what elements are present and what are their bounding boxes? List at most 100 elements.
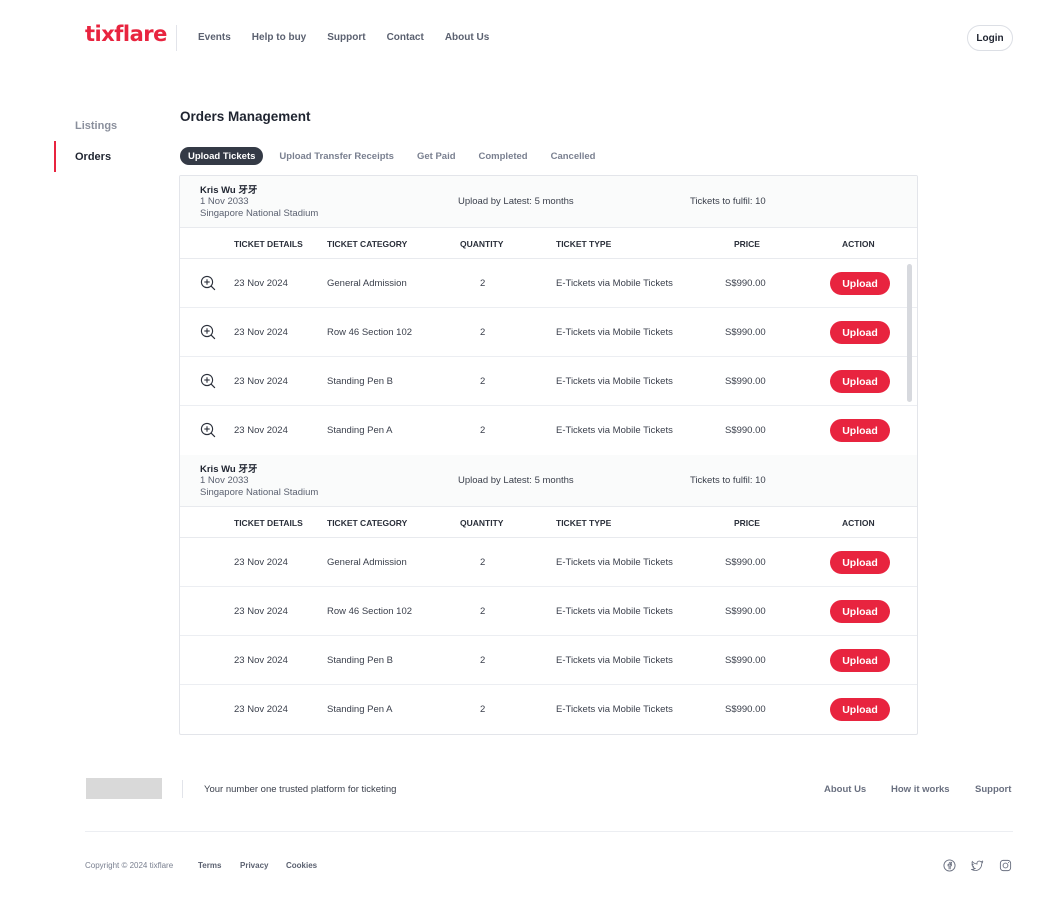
ticket-date: 23 Nov 2024 xyxy=(234,606,288,617)
nav-help-to-buy[interactable]: Help to buy xyxy=(252,32,306,43)
nav-support[interactable]: Support xyxy=(327,32,365,43)
sidebar-item-orders[interactable]: Orders xyxy=(54,141,164,172)
ticket-price: S$990.00 xyxy=(725,327,766,338)
ticket-type: E-Tickets via Mobile Tickets xyxy=(556,425,673,436)
twitter-icon[interactable] xyxy=(971,859,984,872)
col-quantity: QUANTITY xyxy=(460,518,504,528)
footer-divider xyxy=(182,780,183,798)
ticket-price: S$990.00 xyxy=(725,606,766,617)
tixflare-logo[interactable]: tixflare xyxy=(85,22,167,46)
instagram-icon[interactable] xyxy=(999,859,1012,872)
order-group-header: Kris Wu 牙牙 1 Nov 2033 Singapore National S… xyxy=(180,455,917,507)
table-row: 23 Nov 2024 General Admission 2 E-Tickets v… xyxy=(180,259,917,308)
event-date: 1 Nov 2033 xyxy=(200,475,249,486)
ticket-date: 23 Nov 2024 xyxy=(234,278,288,289)
footer-separator xyxy=(85,831,1013,832)
zoom-in-icon[interactable] xyxy=(200,324,216,340)
tab-bar: Upload Tickets Upload Transfer Receipts … xyxy=(180,147,619,165)
zoom-in-icon[interactable] xyxy=(200,373,216,389)
ticket-category: Row 46 Section 102 xyxy=(327,606,413,617)
scrollbar-thumb[interactable] xyxy=(907,264,912,402)
facebook-icon[interactable] xyxy=(943,859,956,872)
order-group-header: Kris Wu 牙牙 1 Nov 2033 Singapore National S… xyxy=(180,176,917,228)
col-ticket-category: TICKET CATEGORY xyxy=(327,518,408,528)
tab-completed[interactable]: Completed xyxy=(479,147,528,165)
footer-logo-placeholder xyxy=(86,778,162,799)
tickets-to-fulfil: Tickets to fulfil: 10 xyxy=(690,196,766,207)
main-nav: Events Help to buy Support Contact About… xyxy=(198,32,510,43)
col-price: PRICE xyxy=(734,239,760,249)
table-row: 23 Nov 2024 General Admission 2 E-Tickets v… xyxy=(180,538,917,587)
ticket-category: General Admission xyxy=(327,278,407,289)
ticket-quantity: 2 xyxy=(480,655,486,666)
footer-link-how-it-works[interactable]: How it works xyxy=(891,784,950,795)
upload-button[interactable]: Upload xyxy=(830,419,890,442)
ticket-price: S$990.00 xyxy=(725,376,766,387)
ticket-type: E-Tickets via Mobile Tickets xyxy=(556,704,673,715)
ticket-quantity: 2 xyxy=(480,278,486,289)
ticket-category: Standing Pen B xyxy=(327,376,394,387)
col-ticket-category: TICKET CATEGORY xyxy=(327,239,408,249)
event-name: Kris Wu 牙牙 xyxy=(200,185,258,196)
col-action: ACTION xyxy=(842,239,875,249)
col-quantity: QUANTITY xyxy=(460,239,504,249)
col-ticket-type: TICKET TYPE xyxy=(556,239,612,249)
event-venue: Singapore National Stadium xyxy=(200,487,319,498)
upload-deadline: Upload by Latest: 5 months xyxy=(458,196,574,207)
footer-link-support[interactable]: Support xyxy=(975,784,1011,795)
footer-link-terms[interactable]: Terms xyxy=(198,861,221,870)
ticket-type: E-Tickets via Mobile Tickets xyxy=(556,327,673,338)
footer-link-cookies[interactable]: Cookies xyxy=(286,861,317,870)
ticket-quantity: 2 xyxy=(480,704,486,715)
zoom-in-icon[interactable] xyxy=(200,422,216,438)
orders-table: Kris Wu 牙牙 1 Nov 2033 Singapore National S… xyxy=(179,175,918,735)
upload-button[interactable]: Upload xyxy=(830,649,890,672)
sidebar: Listings Orders xyxy=(54,110,164,172)
ticket-price: S$990.00 xyxy=(725,278,766,289)
event-name: Kris Wu 牙牙 xyxy=(200,464,258,475)
column-header-row: TICKET DETAILS TICKET CATEGORY QUANTITY TIC… xyxy=(180,228,917,259)
nav-events[interactable]: Events xyxy=(198,32,231,43)
table-row: 23 Nov 2024 Row 46 Section 102 2 E-Tickets … xyxy=(180,587,917,636)
upload-button[interactable]: Upload xyxy=(830,698,890,721)
ticket-category: Standing Pen B xyxy=(327,655,394,666)
upload-button[interactable]: Upload xyxy=(830,272,890,295)
order-group: Kris Wu 牙牙 1 Nov 2033 Singapore National S… xyxy=(180,176,917,455)
table-row: 23 Nov 2024 Row 46 Section 102 2 E-Tickets … xyxy=(180,308,917,357)
upload-button[interactable]: Upload xyxy=(830,321,890,344)
order-group: Kris Wu 牙牙 1 Nov 2033 Singapore National S… xyxy=(180,455,917,734)
table-row: 23 Nov 2024 Standing Pen B 2 E-Tickets via … xyxy=(180,357,917,406)
upload-button[interactable]: Upload xyxy=(830,551,890,574)
col-action: ACTION xyxy=(842,518,875,528)
login-button[interactable]: Login xyxy=(967,25,1013,51)
tab-upload-transfer-receipts[interactable]: Upload Transfer Receipts xyxy=(279,147,394,165)
nav-contact[interactable]: Contact xyxy=(387,32,424,43)
sidebar-item-listings[interactable]: Listings xyxy=(54,110,164,141)
ticket-type: E-Tickets via Mobile Tickets xyxy=(556,606,673,617)
tickets-to-fulfil: Tickets to fulfil: 10 xyxy=(690,475,766,486)
ticket-category: Standing Pen A xyxy=(327,704,393,715)
tab-upload-tickets[interactable]: Upload Tickets xyxy=(180,147,264,165)
tab-get-paid[interactable]: Get Paid xyxy=(417,147,456,165)
zoom-in-icon[interactable] xyxy=(200,275,216,291)
copyright-text: Copyright © 2024 tixflare xyxy=(85,861,174,870)
ticket-type: E-Tickets via Mobile Tickets xyxy=(556,278,673,289)
upload-button[interactable]: Upload xyxy=(830,600,890,623)
footer-link-privacy[interactable]: Privacy xyxy=(240,861,268,870)
nav-about-us[interactable]: About Us xyxy=(445,32,489,43)
ticket-date: 23 Nov 2024 xyxy=(234,704,288,715)
page-title: Orders Management xyxy=(180,109,311,124)
header-divider xyxy=(176,25,177,51)
footer-tagline: Your number one trusted platform for tic… xyxy=(204,784,397,795)
ticket-price: S$990.00 xyxy=(725,557,766,568)
event-venue: Singapore National Stadium xyxy=(200,208,319,219)
ticket-date: 23 Nov 2024 xyxy=(234,327,288,338)
table-row: 23 Nov 2024 Standing Pen A 2 E-Tickets via … xyxy=(180,406,917,455)
tab-cancelled[interactable]: Cancelled xyxy=(551,147,596,165)
col-ticket-details: TICKET DETAILS xyxy=(234,239,303,249)
ticket-quantity: 2 xyxy=(480,557,486,568)
footer-link-about-us[interactable]: About Us xyxy=(824,784,866,795)
upload-button[interactable]: Upload xyxy=(830,370,890,393)
ticket-quantity: 2 xyxy=(480,606,486,617)
table-row: 23 Nov 2024 Standing Pen A 2 E-Tickets via … xyxy=(180,685,917,734)
